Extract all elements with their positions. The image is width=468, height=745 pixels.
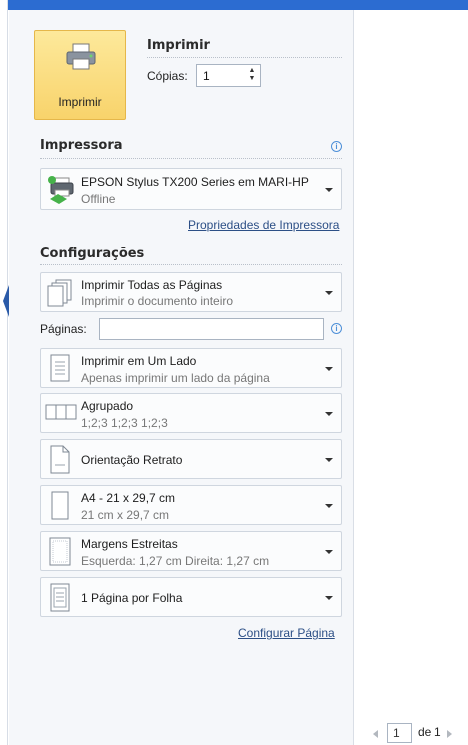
window-top-bar [0,0,468,10]
orientation-dropdown[interactable]: Orientação Retrato [40,439,342,479]
pages-label: Páginas: [40,322,87,336]
collate-dropdown[interactable]: Agrupado 1;2;3 1;2;3 1;2;3 [40,393,342,433]
option-sub: Esquerda: 1,27 cm Direita: 1,27 cm [81,554,270,568]
option-sub: 1;2;3 1;2;3 1;2;3 [81,416,168,430]
divider [40,264,342,265]
pages-input[interactable] [99,318,324,340]
backstage-left-edge [0,0,9,745]
divider [147,57,342,58]
option-main: 1 Página por Folha [81,591,183,605]
printer-status-icon [48,176,74,204]
divider [40,158,342,159]
info-icon[interactable]: i [331,323,342,334]
margins-icon [49,537,71,566]
chevron-down-icon [325,367,333,371]
spinner-arrows-icon[interactable]: ▲ ▼ [246,67,258,84]
print-button[interactable]: Imprimir [34,30,126,120]
chevron-down-icon [325,291,333,295]
portrait-page-icon [50,445,70,474]
chevron-down-icon [325,458,333,462]
margins-dropdown[interactable]: Margens Estreitas Esquerda: 1,27 cm Dire… [40,531,342,571]
option-main: Margens Estreitas [81,537,178,551]
print-preview-area [355,10,468,745]
printer-name: EPSON Stylus TX200 Series em MARI-HP [81,175,309,189]
paper-size-icon [51,491,69,520]
chevron-down-icon [325,550,333,554]
printer-icon [66,43,96,70]
chevron-down-icon [325,504,333,508]
option-sub: Apenas imprimir um lado da página [81,371,270,385]
printer-dropdown[interactable]: EPSON Stylus TX200 Series em MARI-HP Off… [40,168,342,210]
option-main: Orientação Retrato [81,453,183,467]
paper-size-dropdown[interactable]: A4 - 21 x 29,7 cm 21 cm x 29,7 cm [40,485,342,525]
chevron-down-icon [325,188,333,192]
option-sub: 21 cm x 29,7 cm [81,508,170,522]
print-section-title: Imprimir [147,38,210,53]
page-of-label: de [418,725,432,739]
next-page-icon[interactable] [447,730,452,738]
copies-label: Cópias: [147,69,188,83]
printer-status: Offline [81,192,116,206]
pages-stack-icon [47,279,72,307]
pages-per-sheet-dropdown[interactable]: 1 Página por Folha [40,577,342,617]
sides-dropdown[interactable]: Imprimir em Um Lado Apenas imprimir um l… [40,348,342,388]
previous-page-icon[interactable] [373,730,378,738]
option-main: Imprimir em Um Lado [81,354,197,368]
one-sided-page-icon [50,354,70,382]
chevron-down-icon [325,412,333,416]
option-main: A4 - 21 x 29,7 cm [81,491,176,505]
option-sub: Imprimir o documento inteiro [81,294,234,308]
chevron-down-icon [325,596,333,600]
printer-properties-link[interactable]: Propriedades de Impressora [188,218,339,232]
current-page-input[interactable]: 1 [387,723,412,743]
print-button-label: Imprimir [58,95,102,109]
collated-pages-icon [45,404,77,420]
copies-value: 1 [203,69,210,83]
page-setup-link[interactable]: Configurar Página [238,626,335,640]
print-range-dropdown[interactable]: Imprimir Todas as Páginas Imprimir o doc… [40,272,342,312]
printer-section-title: Impressora [40,138,123,153]
total-pages: 1 [434,725,441,739]
settings-section-title: Configurações [40,246,145,261]
info-icon[interactable]: i [331,141,342,152]
option-main: Imprimir Todas as Páginas [81,278,223,292]
option-main: Agrupado [81,399,134,413]
copies-stepper[interactable]: 1 ▲ ▼ [196,64,261,87]
page-per-sheet-icon [50,583,70,612]
